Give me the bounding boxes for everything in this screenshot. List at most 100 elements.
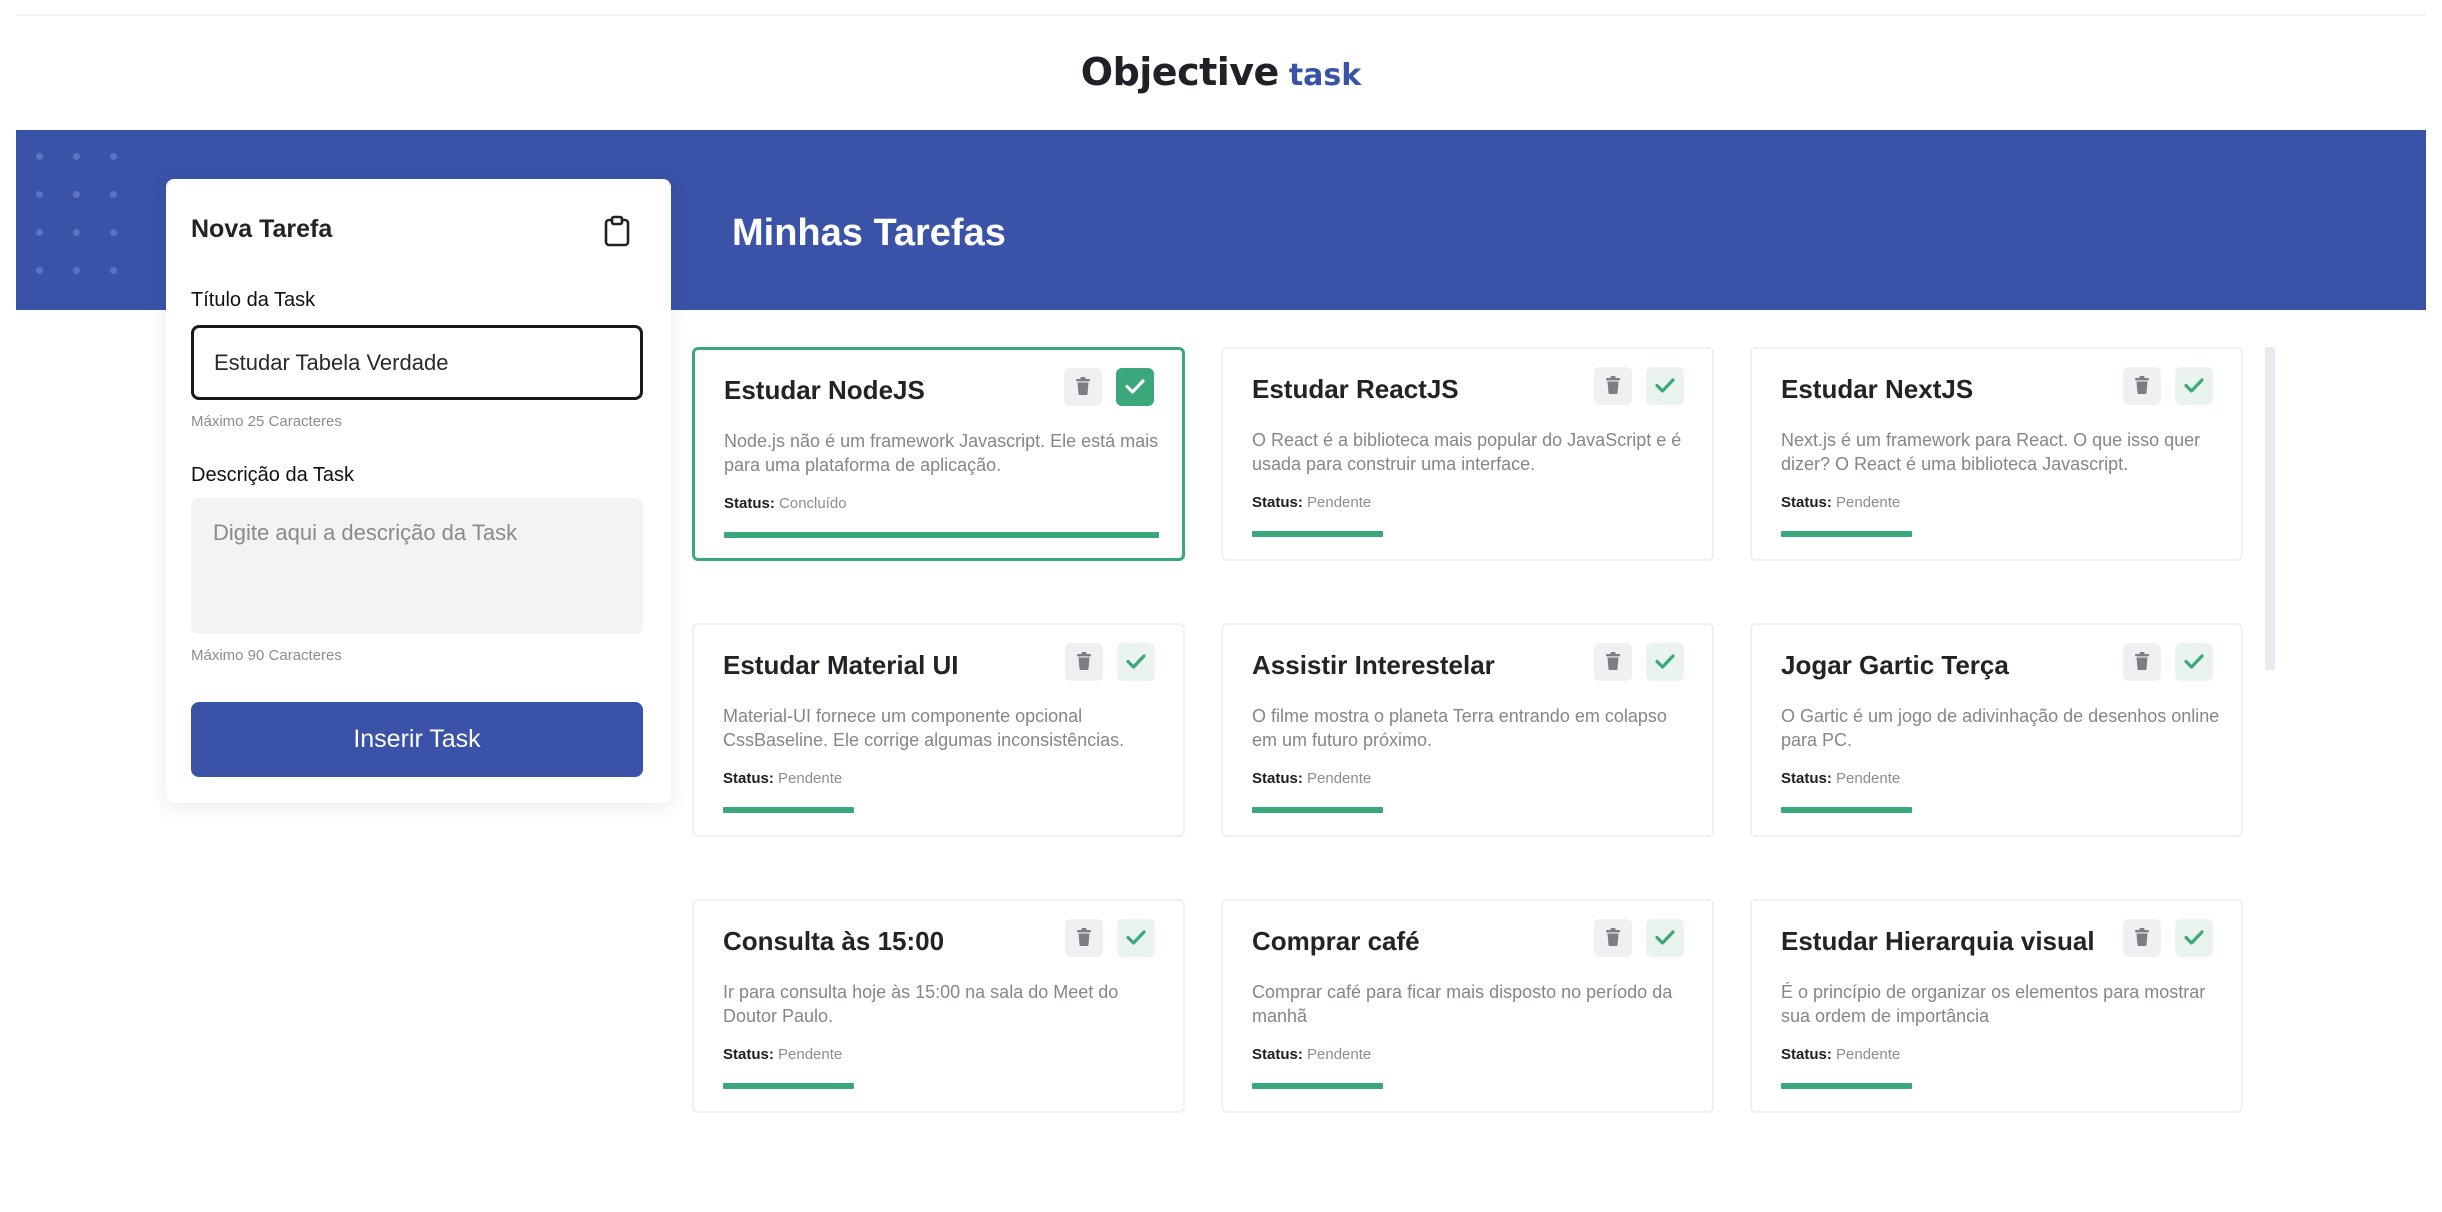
complete-task-button[interactable] xyxy=(2175,919,2213,957)
task-title: Estudar NodeJS xyxy=(724,375,925,405)
delete-task-button[interactable] xyxy=(1064,368,1102,406)
app-header: Objective task xyxy=(0,0,2442,130)
check-icon xyxy=(1125,378,1145,397)
complete-task-button[interactable] xyxy=(1117,643,1155,681)
task-status: Status: Pendente xyxy=(1252,1046,1371,1063)
delete-task-button[interactable] xyxy=(1065,643,1103,681)
trash-icon xyxy=(2134,375,2150,397)
task-title: Estudar ReactJS xyxy=(1252,374,1459,404)
task-card[interactable]: Estudar ReactJS O React é a biblioteca ma… xyxy=(1221,347,1714,561)
task-description: O React é a biblioteca mais popular do J… xyxy=(1252,430,1682,474)
pattern-dot xyxy=(73,229,80,236)
complete-task-button[interactable] xyxy=(1646,643,1684,681)
check-icon xyxy=(2184,653,2204,672)
insert-task-button[interactable]: Inserir Task xyxy=(191,702,643,777)
task-progress-fill xyxy=(1781,807,1912,813)
trash-icon xyxy=(1076,651,1092,673)
task-card[interactable]: Estudar Material UI Material-UI fornece u… xyxy=(692,623,1185,837)
task-description: Comprar café para ficar mais disposto no… xyxy=(1252,982,1673,1026)
status-label: Status: xyxy=(723,1046,774,1063)
task-progress-fill xyxy=(723,1083,854,1089)
task-progress-fill xyxy=(1781,1083,1912,1089)
task-list-scrollbar[interactable] xyxy=(2265,347,2275,670)
trash-icon xyxy=(1605,927,1621,949)
status-label: Status: xyxy=(1781,1046,1832,1063)
task-card[interactable]: Comprar café Comprar café para ficar mais… xyxy=(1221,899,1714,1113)
task-status: Status: Pendente xyxy=(723,770,842,787)
status-label: Status: xyxy=(1252,770,1303,787)
trash-icon xyxy=(1075,376,1091,398)
check-icon xyxy=(1655,653,1675,672)
status-value: Pendente xyxy=(778,770,843,787)
task-title: Comprar café xyxy=(1252,926,1420,956)
status-label: Status: xyxy=(1252,494,1303,511)
clipboard-icon xyxy=(603,215,631,247)
trash-icon xyxy=(1605,651,1621,673)
task-title-input[interactable] xyxy=(191,325,643,400)
task-status: Status: Pendente xyxy=(1781,770,1900,787)
check-icon xyxy=(1655,929,1675,948)
delete-task-button[interactable] xyxy=(1594,367,1632,405)
complete-task-button[interactable] xyxy=(2175,367,2213,405)
delete-task-button[interactable] xyxy=(1594,919,1632,957)
task-progress-bar xyxy=(1781,807,2216,813)
pattern-dot xyxy=(36,229,43,236)
status-value: Pendente xyxy=(1836,1046,1901,1063)
task-description-input[interactable] xyxy=(191,498,643,634)
task-progress-fill xyxy=(1252,807,1383,813)
complete-task-button[interactable] xyxy=(1646,367,1684,405)
trash-icon xyxy=(1605,375,1621,397)
pattern-dot xyxy=(36,267,43,274)
logo: Objective task xyxy=(1081,50,1361,94)
status-value: Pendente xyxy=(778,1046,843,1063)
task-status: Status: Pendente xyxy=(1252,770,1371,787)
delete-task-button[interactable] xyxy=(1594,643,1632,681)
task-status: Status: Pendente xyxy=(723,1046,842,1063)
task-progress-fill xyxy=(723,807,854,813)
complete-task-button[interactable] xyxy=(1116,368,1154,406)
task-progress-bar xyxy=(724,532,1159,538)
task-status: Status: Concluído xyxy=(724,495,847,512)
pattern-dot xyxy=(73,267,80,274)
task-description: O filme mostra o planeta Terra entrando … xyxy=(1252,706,1667,750)
delete-task-button[interactable] xyxy=(2123,367,2161,405)
complete-task-button[interactable] xyxy=(2175,643,2213,681)
task-card[interactable]: Estudar Hierarquia visual É o princípio d… xyxy=(1750,899,2243,1113)
task-card[interactable]: Estudar NodeJS Node.js não é um framework… xyxy=(692,347,1185,561)
status-label: Status: xyxy=(1781,770,1832,787)
trash-icon xyxy=(2134,651,2150,673)
complete-task-button[interactable] xyxy=(1646,919,1684,957)
title-char-limit-hint: Máximo 25 Caracteres xyxy=(191,413,342,430)
description-char-limit-hint: Máximo 90 Caracteres xyxy=(191,647,342,664)
check-icon xyxy=(1126,653,1146,672)
task-title: Jogar Gartic Terça xyxy=(1781,650,2009,680)
check-icon xyxy=(2184,929,2204,948)
task-description: É o princípio de organizar os elementos … xyxy=(1781,982,2206,1026)
task-card[interactable]: Consulta às 15:00 Ir para consulta hoje à… xyxy=(692,899,1185,1113)
task-card[interactable]: Assistir Interestelar O filme mostra o pl… xyxy=(1221,623,1714,837)
status-value: Concluído xyxy=(779,495,847,512)
task-progress-fill xyxy=(1252,1083,1383,1089)
task-description: Next.js é um framework para React. O que… xyxy=(1781,430,2201,474)
delete-task-button[interactable] xyxy=(2123,919,2161,957)
task-card[interactable]: Estudar NextJS Next.js é um framework par… xyxy=(1750,347,2243,561)
status-value: Pendente xyxy=(1836,494,1901,511)
task-status: Status: Pendente xyxy=(1781,1046,1900,1063)
pattern-dot xyxy=(36,191,43,198)
trash-icon xyxy=(1076,927,1092,949)
delete-task-button[interactable] xyxy=(2123,643,2161,681)
check-icon xyxy=(1655,377,1675,396)
complete-task-button[interactable] xyxy=(1117,919,1155,957)
new-task-form: Nova Tarefa Título da Task Máximo 25 Car… xyxy=(166,179,671,803)
task-progress-bar xyxy=(1781,1083,2216,1089)
dot-pattern-decoration xyxy=(36,153,136,274)
task-card[interactable]: Jogar Gartic Terça O Gartic é um jogo de … xyxy=(1750,623,2243,837)
status-value: Pendente xyxy=(1307,1046,1372,1063)
task-status: Status: Pendente xyxy=(1781,494,1900,511)
delete-task-button[interactable] xyxy=(1065,919,1103,957)
description-field-label: Descrição da Task xyxy=(191,464,355,486)
logo-accent-text: task xyxy=(1288,58,1362,93)
task-progress-bar xyxy=(1252,531,1687,537)
task-title: Assistir Interestelar xyxy=(1252,650,1495,680)
pattern-dot xyxy=(73,191,80,198)
